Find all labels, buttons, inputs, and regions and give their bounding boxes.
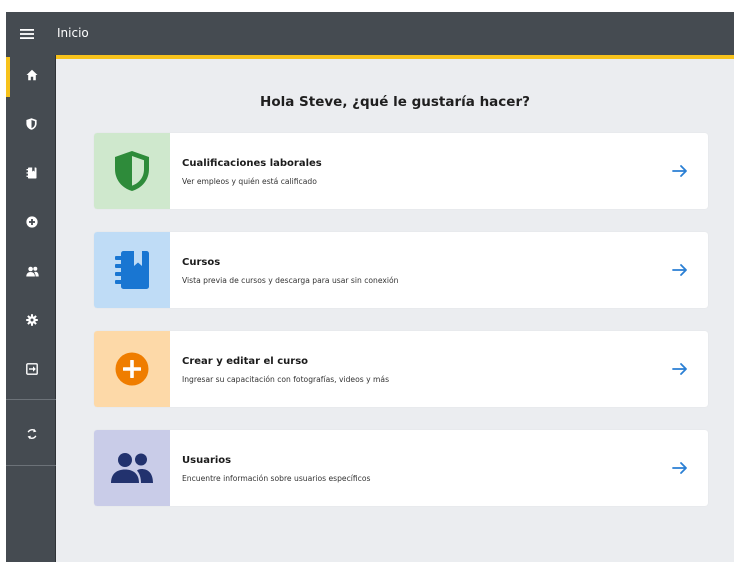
sidebar-item-sync[interactable] bbox=[6, 414, 56, 454]
sidebar-item-logout[interactable] bbox=[6, 349, 56, 389]
arrow-right-icon[interactable] bbox=[670, 458, 690, 478]
sync-icon bbox=[27, 428, 37, 440]
sidebar bbox=[6, 55, 56, 562]
card-create-edit-course[interactable]: Crear y editar el curso Ingresar su capa… bbox=[94, 331, 708, 407]
card-title: Cursos bbox=[182, 257, 221, 268]
plus-circle-icon bbox=[115, 352, 149, 386]
card-title: Cualificaciones laborales bbox=[182, 158, 322, 169]
plus-circle-icon bbox=[26, 216, 38, 228]
card-icon-tile bbox=[94, 133, 170, 209]
sidebar-item-courses[interactable] bbox=[6, 153, 56, 193]
sidebar-divider bbox=[6, 399, 56, 400]
card-courses[interactable]: Cursos Vista previa de cursos y descarga… bbox=[94, 232, 708, 308]
sidebar-divider bbox=[6, 465, 56, 466]
card-description: Ingresar su capacitación con fotografías… bbox=[182, 375, 390, 384]
accent-bar bbox=[56, 55, 734, 59]
sidebar-item-qualifications[interactable] bbox=[6, 104, 56, 144]
card-title: Usuarios bbox=[182, 455, 232, 466]
app-window: Inicio Hola Steve, ¿qué le gustaría hace… bbox=[6, 12, 734, 562]
hamburger-icon bbox=[20, 28, 34, 39]
card-icon-tile bbox=[94, 232, 170, 308]
exit-icon bbox=[26, 363, 38, 375]
card-users[interactable]: Usuarios Encuentre información sobre usu… bbox=[94, 430, 708, 506]
menu-button[interactable] bbox=[6, 12, 48, 55]
home-icon bbox=[26, 69, 38, 81]
arrow-right-icon[interactable] bbox=[670, 161, 690, 181]
card-job-qualifications[interactable]: Cualificaciones laborales Ver empleos y … bbox=[94, 133, 708, 209]
shield-icon bbox=[26, 118, 37, 130]
card-icon-tile bbox=[94, 331, 170, 407]
sidebar-item-create-course[interactable] bbox=[6, 202, 56, 242]
greeting-heading: Hola Steve, ¿qué le gustaría hacer? bbox=[260, 94, 530, 110]
users-icon bbox=[26, 266, 39, 276]
gear-icon bbox=[26, 314, 38, 326]
sidebar-item-settings[interactable] bbox=[6, 300, 56, 340]
sidebar-item-users[interactable] bbox=[6, 251, 56, 291]
notebook-icon bbox=[115, 251, 149, 289]
page-title: Inicio bbox=[57, 26, 89, 40]
notebook-icon bbox=[26, 167, 37, 179]
arrow-right-icon[interactable] bbox=[670, 260, 690, 280]
users-icon bbox=[111, 453, 153, 483]
card-icon-tile bbox=[94, 430, 170, 506]
arrow-right-icon[interactable] bbox=[670, 359, 690, 379]
top-bar: Inicio bbox=[6, 12, 734, 55]
card-title: Crear y editar el curso bbox=[182, 356, 309, 367]
card-description: Vista previa de cursos y descarga para u… bbox=[182, 276, 399, 285]
card-description: Encuentre información sobre usuarios esp… bbox=[182, 474, 371, 483]
card-description: Ver empleos y quién está calificado bbox=[182, 177, 317, 186]
shield-icon bbox=[115, 151, 149, 191]
sidebar-item-home[interactable] bbox=[6, 55, 56, 97]
